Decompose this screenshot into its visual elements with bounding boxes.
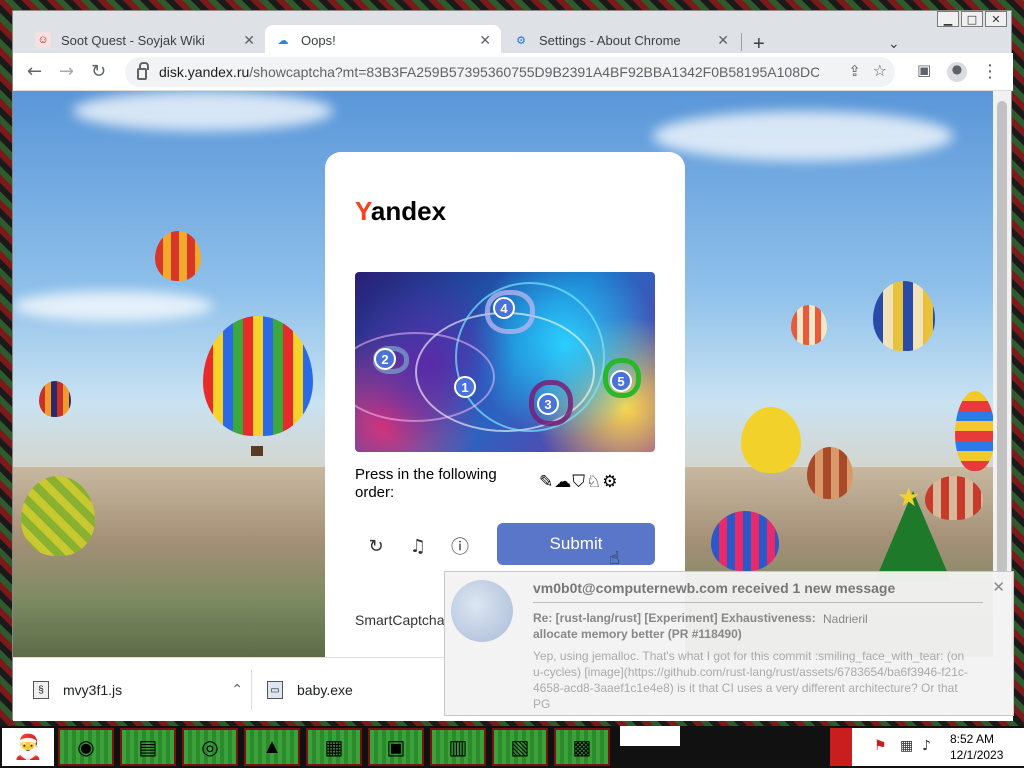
close-icon[interactable]: ✕	[992, 578, 1005, 596]
hot-air-balloon	[155, 231, 201, 281]
tab-oops[interactable]: ☁ Oops! ✕	[265, 25, 501, 55]
tab-title: Soot Quest - Soyjak Wiki	[61, 32, 205, 48]
hand-cursor-icon: ☝	[609, 548, 620, 569]
captcha-click-marker[interactable]: 2	[374, 348, 396, 370]
chrome-taskbar-icon[interactable]: ◎	[182, 728, 238, 766]
clock-time[interactable]: 8:52 AM	[950, 732, 994, 746]
star-icon: ★	[897, 483, 921, 513]
hot-air-balloon	[955, 391, 995, 471]
christmas-tree-taskbar-icon[interactable]: ▲	[244, 728, 300, 766]
info-icon[interactable]: ⓘ	[449, 535, 471, 558]
captcha-order-icons: ✎☁⛉♘⚙	[539, 472, 619, 492]
logo-rest: andex	[370, 196, 447, 226]
hot-air-balloon	[791, 305, 827, 345]
hot-air-balloon	[711, 511, 779, 571]
volume-icon[interactable]: ♪	[922, 738, 931, 754]
notification-title: vm0b0t@computernewb.com received 1 new m…	[533, 580, 896, 596]
close-tab-icon[interactable]: ✕	[243, 32, 255, 49]
side-panel-icon[interactable]: ▣	[917, 61, 931, 79]
menu-kebab-icon[interactable]: ⋮	[981, 61, 999, 82]
profile-avatar-icon[interactable]: ●	[947, 62, 967, 82]
address-bar[interactable]: disk.yandex.ru/showcaptcha?mt=83B3FA259B…	[125, 57, 895, 87]
cloud	[13, 291, 213, 321]
soyjak-favicon-icon: ☺	[35, 32, 51, 48]
notification-subject: Re: [rust-lang/rust] [Experiment] Exhaus…	[533, 611, 816, 641]
close-tab-icon[interactable]: ✕	[717, 32, 729, 49]
photo-viewer-taskbar-icon[interactable]: ▣	[368, 728, 424, 766]
exe-file-icon: ▭	[267, 681, 283, 699]
tab-search-chevron-icon[interactable]: ⌄	[888, 35, 900, 52]
url-path: /showcaptcha?mt=83B3FA259B57395360755D9B…	[249, 64, 819, 80]
captcha-instruction: Press in the following order:	[355, 466, 497, 501]
cloud	[73, 91, 333, 131]
network-taskbar-icon[interactable]: ▧	[492, 728, 548, 766]
hot-air-balloon	[873, 281, 935, 351]
headphones-icon[interactable]: ♫	[407, 535, 429, 557]
download-filename: mvy3f1.js	[63, 682, 123, 698]
hot-air-balloon	[807, 447, 853, 499]
hot-air-balloon	[741, 407, 801, 473]
notification-divider	[533, 602, 983, 603]
reload-icon[interactable]: ↻	[91, 61, 106, 82]
calendar-taskbar-icon[interactable]: ▦	[306, 728, 362, 766]
download-item[interactable]: ▭ baby.exe	[267, 676, 447, 704]
start-button-santa-icon[interactable]: 🎅	[2, 728, 54, 766]
url-text[interactable]: disk.yandex.ru/showcaptcha?mt=83B3FA259B…	[159, 64, 819, 80]
close-tab-icon[interactable]: ✕	[479, 32, 491, 49]
thunderbird-icon	[451, 580, 513, 642]
hot-air-balloon	[39, 381, 71, 417]
captcha-image[interactable]: 1 2 3 4 5	[355, 272, 655, 452]
js-file-icon: §	[33, 681, 49, 699]
back-arrow-icon[interactable]: ←	[27, 61, 42, 82]
smartcaptcha-label: SmartCaptcha	[355, 612, 445, 628]
tab-strip: ☺ Soot Quest - Soyjak Wiki ✕ ☁ Oops! ✕ ⚙…	[13, 21, 1013, 55]
tab-soot-quest[interactable]: ☺ Soot Quest - Soyjak Wiki ✕	[25, 25, 265, 55]
refresh-icon[interactable]: ↻	[365, 535, 387, 557]
lock-icon[interactable]	[137, 62, 149, 80]
scroll-thumb[interactable]	[997, 101, 1007, 581]
hot-air-balloon	[21, 476, 95, 556]
hot-air-balloon	[203, 316, 313, 436]
logo-first-letter: Y	[355, 196, 371, 226]
settings-gear-favicon-icon: ⚙	[516, 34, 526, 47]
notification-body: Yep, using jemalloc. That's what I got f…	[533, 649, 968, 711]
browser-toolbar: ← → ↻ disk.yandex.ru/showcaptcha?mt=83B3…	[13, 53, 1013, 91]
cloud	[653, 111, 953, 161]
captcha-click-marker[interactable]: 1	[454, 376, 476, 398]
download-filename: baby.exe	[297, 682, 353, 698]
submit-button[interactable]: Submit	[497, 523, 655, 565]
download-item[interactable]: § mvy3f1.js ⌃	[33, 676, 243, 704]
share-icon[interactable]: ⇪	[848, 62, 861, 80]
chevron-up-icon[interactable]: ⌃	[231, 682, 243, 698]
system-tray: ⚑ ▦ ♪ 8:52 AM 12/1/2023	[830, 728, 1024, 766]
tray-indicator	[830, 728, 852, 766]
captcha-click-marker[interactable]: 4	[493, 297, 515, 319]
security-flag-icon[interactable]: ⚑	[874, 738, 887, 754]
balloon-basket	[251, 446, 263, 456]
mail-notification[interactable]: vm0b0t@computernewb.com received 1 new m…	[444, 571, 1014, 716]
clock-date[interactable]: 12/1/2023	[950, 748, 1003, 762]
url-host: disk.yandex.ru	[159, 64, 250, 80]
taskbar-blank-area	[620, 726, 680, 746]
file-explorer-taskbar-icon[interactable]: ▤	[120, 728, 176, 766]
taskbar: 🎅 ◉ ▤ ◎ ▲ ▦ ▣ ▥ ▧ ▩ ⚑ ▦ ♪ 8:52 AM 12/1/2…	[0, 726, 1024, 768]
tab-title: Oops!	[301, 32, 336, 48]
captcha-click-marker[interactable]: 3	[537, 393, 559, 415]
control-panel-taskbar-icon[interactable]: ▩	[554, 728, 610, 766]
tab-title: Settings - About Chrome	[539, 32, 681, 48]
yandex-disk-favicon-icon: ☁	[277, 34, 289, 47]
yandex-logo: Yandex	[355, 196, 446, 227]
firefox-taskbar-icon[interactable]: ◉	[58, 728, 114, 766]
download-divider	[251, 670, 252, 710]
tab-settings[interactable]: ⚙ Settings - About Chrome ✕	[503, 25, 739, 55]
captcha-click-marker[interactable]: 5	[610, 370, 632, 392]
forward-arrow-icon[interactable]: →	[59, 61, 74, 82]
network-icon[interactable]: ▦	[900, 738, 913, 754]
tab-divider	[741, 33, 742, 51]
document-taskbar-icon[interactable]: ▥	[430, 728, 486, 766]
bookmark-star-icon[interactable]: ☆	[873, 61, 887, 80]
notification-sender: Nadrieril	[823, 612, 868, 626]
